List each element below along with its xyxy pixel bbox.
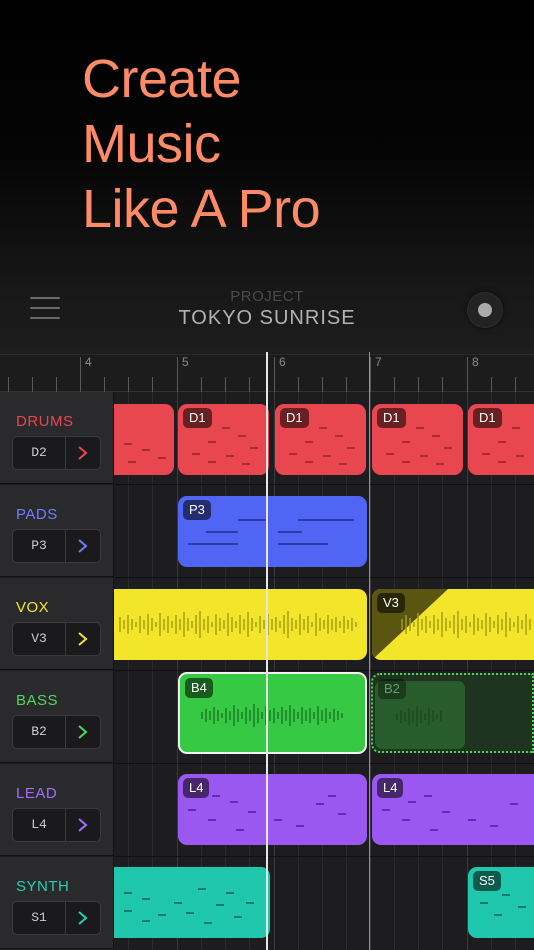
clip-label: D1 (377, 408, 406, 428)
clip-lead[interactable]: L4 (372, 774, 534, 845)
clip-drums[interactable]: D1 (275, 404, 366, 475)
ruler-bar-number: 6 (279, 355, 286, 369)
project-label: PROJECT (230, 288, 304, 305)
pattern-value: P3 (31, 538, 47, 553)
pattern-value: S1 (31, 910, 47, 925)
chevron-right-icon[interactable] (66, 530, 100, 562)
clip-label: L4 (183, 778, 210, 798)
track-name: DRUMS (16, 413, 74, 430)
clip-drums[interactable] (114, 404, 174, 475)
track-pattern-selector[interactable]: D2 (12, 436, 101, 470)
clip-label: D1 (280, 408, 309, 428)
record-button[interactable] (467, 292, 503, 328)
track-name: VOX (16, 599, 50, 616)
clip-vox[interactable] (114, 589, 367, 660)
clip-lead[interactable]: L4 (178, 774, 367, 845)
pattern-value: V3 (31, 631, 47, 646)
track-pattern-selector[interactable]: L4 (12, 808, 101, 842)
clip-drums[interactable]: D1 (372, 404, 463, 475)
pattern-value: D2 (31, 445, 47, 460)
track-header-drums[interactable]: DRUMS D2 (0, 392, 114, 484)
project-toolbar: PROJECT TOKYO SUNRISE (0, 282, 534, 354)
chevron-right-icon[interactable] (66, 716, 100, 748)
ruler-bar-number: 7 (375, 355, 382, 369)
track-header-bass[interactable]: BASS B2 (0, 671, 114, 763)
track-name: LEAD (16, 785, 58, 802)
clip-label: B2 (378, 679, 406, 699)
track-pattern-selector[interactable]: S1 (12, 901, 101, 935)
clip-synth[interactable]: S5 (468, 867, 534, 938)
chevron-right-icon[interactable] (66, 623, 100, 655)
clip-label: D1 (183, 408, 212, 428)
track-name: BASS (16, 692, 59, 709)
track-name: SYNTH (16, 878, 70, 895)
track-name: PADS (16, 506, 58, 523)
clip-label: V3 (377, 593, 405, 613)
clip-synth[interactable] (114, 867, 270, 938)
clip-label: S5 (473, 871, 501, 891)
clip-pads[interactable]: P3 (178, 496, 367, 567)
clip-bass-ghost[interactable]: B2 (371, 673, 534, 753)
clip-vox[interactable]: V3 (372, 589, 534, 660)
track-header-synth[interactable]: SYNTH S1 (0, 857, 114, 949)
clip-drums[interactable]: D1 (178, 404, 269, 475)
clip-label: D1 (473, 408, 502, 428)
clip-bass-selected[interactable]: B4 (178, 672, 367, 754)
track-pattern-selector[interactable]: P3 (12, 529, 101, 563)
chevron-right-icon[interactable] (66, 437, 100, 469)
ruler-bar-number: 4 (85, 355, 92, 369)
chevron-right-icon[interactable] (66, 902, 100, 934)
track-header-vox[interactable]: VOX V3 (0, 578, 114, 670)
record-icon (478, 303, 492, 317)
pattern-value: B2 (31, 724, 47, 739)
ruler-bar-number: 5 (182, 355, 189, 369)
hero-banner: Create Music Like A Pro (0, 0, 534, 282)
track-pattern-selector[interactable]: V3 (12, 622, 101, 656)
hero-line-3: Like A Pro (82, 179, 321, 239)
hero-line-2: Music (82, 114, 221, 174)
track-header-lead[interactable]: LEAD L4 (0, 764, 114, 856)
clip-label: L4 (377, 778, 404, 798)
hero-line-1: Create (82, 49, 242, 109)
clip-drums[interactable]: D1 (468, 404, 534, 475)
track-header-pads[interactable]: PADS P3 (0, 485, 114, 577)
playhead[interactable] (266, 352, 268, 950)
clip-label: B4 (185, 678, 213, 698)
pattern-value: L4 (31, 817, 47, 832)
clip-label: P3 (183, 500, 211, 520)
ruler-bar-number: 8 (472, 355, 479, 369)
track-pattern-selector[interactable]: B2 (12, 715, 101, 749)
project-name[interactable]: TOKYO SUNRISE (0, 307, 534, 330)
chevron-right-icon[interactable] (66, 809, 100, 841)
loop-marker[interactable] (369, 352, 370, 950)
